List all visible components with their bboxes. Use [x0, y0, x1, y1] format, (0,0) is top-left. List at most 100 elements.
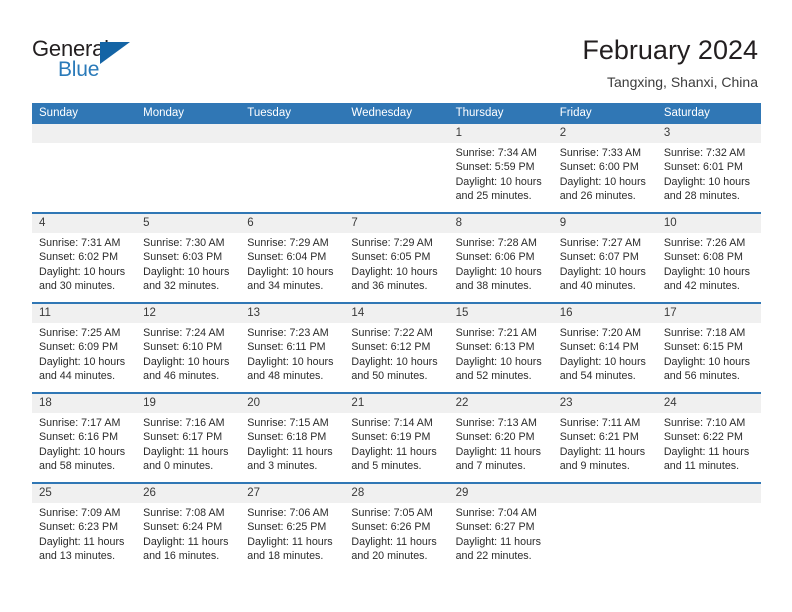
weekday-header-thursday: Thursday: [455, 107, 504, 119]
day-detail-line: Sunrise: 7:20 AM: [559, 327, 642, 339]
day-cell[interactable]: Sunrise: 7:32 AM Sunset: 6:01 PM Daylight:…: [657, 143, 761, 212]
day-cell[interactable]: Sunrise: 7:29 AM Sunset: 6:04 PM Daylight:…: [240, 233, 344, 302]
day-number[interactable]: 18: [32, 394, 136, 413]
calendar-grid: Sunday Monday Tuesday Wednesday Thursday Frid…: [32, 103, 761, 572]
day-cell[interactable]: Sunrise: 7:16 AM Sunset: 6:17 PM Daylight:…: [136, 413, 240, 482]
day-detail-line: Sunset: 5:59 PM: [455, 161, 535, 174]
day-cell[interactable]: Sunrise: 7:24 AM Sunset: 6:10 PM Daylight:…: [136, 323, 240, 392]
day-number[interactable]: 6: [240, 214, 344, 233]
day-number[interactable]: 13: [240, 304, 344, 323]
day-detail-line: Sunset: 6:18 PM: [247, 431, 327, 444]
day-number-empty: [136, 124, 240, 143]
day-cell[interactable]: Sunrise: 7:25 AM Sunset: 6:09 PM Daylight:…: [32, 323, 136, 392]
day-number[interactable]: 10: [657, 214, 761, 233]
day-detail-line: Sunset: 6:09 PM: [39, 341, 119, 354]
week-date-number-band: 25 26 27 28 29: [32, 484, 761, 503]
day-detail-line: and 56 minutes.: [663, 370, 740, 383]
day-detail-line: Daylight: 10 hours: [663, 355, 750, 368]
day-detail-line: Sunset: 6:16 PM: [39, 431, 119, 444]
day-detail-line: Daylight: 10 hours: [247, 355, 334, 368]
weekday-header-friday: Friday: [559, 107, 592, 119]
day-number[interactable]: 22: [449, 394, 553, 413]
day-cell[interactable]: Sunrise: 7:33 AM Sunset: 6:00 PM Daylight:…: [553, 143, 657, 212]
day-detail-line: Sunrise: 7:16 AM: [143, 417, 225, 429]
day-number[interactable]: 26: [136, 484, 240, 503]
day-cell[interactable]: Sunrise: 7:08 AM Sunset: 6:24 PM Daylight:…: [136, 503, 240, 572]
day-number[interactable]: 27: [240, 484, 344, 503]
day-number[interactable]: 16: [553, 304, 657, 323]
general-blue-logo[interactable]: General Blue: [32, 36, 232, 92]
day-cell[interactable]: Sunrise: 7:28 AM Sunset: 6:06 PM Daylight:…: [449, 233, 553, 302]
day-detail-line: Daylight: 11 hours: [559, 445, 646, 458]
day-cell[interactable]: Sunrise: 7:22 AM Sunset: 6:12 PM Daylight:…: [344, 323, 448, 392]
day-cell[interactable]: Sunrise: 7:14 AM Sunset: 6:19 PM Daylight:…: [344, 413, 448, 482]
day-detail-line: Daylight: 10 hours: [39, 265, 126, 278]
day-number[interactable]: 3: [657, 124, 761, 143]
day-cell[interactable]: Sunrise: 7:09 AM Sunset: 6:23 PM Daylight:…: [32, 503, 136, 572]
week-date-number-band: 11 12 13 14 15 16 17: [32, 304, 761, 323]
day-cell[interactable]: Sunrise: 7:11 AM Sunset: 6:21 PM Daylight:…: [553, 413, 657, 482]
day-cell[interactable]: Sunrise: 7:30 AM Sunset: 6:03 PM Daylight:…: [136, 233, 240, 302]
day-number[interactable]: 28: [344, 484, 448, 503]
day-cell[interactable]: Sunrise: 7:29 AM Sunset: 6:05 PM Daylight:…: [344, 233, 448, 302]
day-cell[interactable]: Sunrise: 7:27 AM Sunset: 6:07 PM Daylight:…: [553, 233, 657, 302]
day-detail-line: and 46 minutes.: [143, 370, 220, 383]
day-number[interactable]: 19: [136, 394, 240, 413]
day-number[interactable]: 15: [449, 304, 553, 323]
day-detail-line: and 32 minutes.: [143, 280, 220, 293]
day-number[interactable]: 9: [553, 214, 657, 233]
day-detail-line: Sunrise: 7:05 AM: [351, 507, 433, 519]
day-number[interactable]: 29: [449, 484, 553, 503]
day-cell[interactable]: Sunrise: 7:17 AM Sunset: 6:16 PM Daylight:…: [32, 413, 136, 482]
week-detail-band: Sunrise: 7:34 AM Sunset: 5:59 PM Daylight:…: [32, 143, 761, 212]
day-detail-line: Sunrise: 7:25 AM: [39, 327, 121, 339]
day-cell[interactable]: Sunrise: 7:26 AM Sunset: 6:08 PM Daylight:…: [657, 233, 761, 302]
day-number[interactable]: 11: [32, 304, 136, 323]
day-cell[interactable]: Sunrise: 7:34 AM Sunset: 5:59 PM Daylight:…: [449, 143, 553, 212]
calendar-week-row: 4 5 6 7 8 9 10 Sunrise: 7:31 AM Sunset: 6:02 PM D…: [32, 212, 761, 302]
day-number[interactable]: 2: [553, 124, 657, 143]
calendar-page: General Blue February 2024 Tangxing, Sha…: [0, 0, 792, 612]
week-detail-band: Sunrise: 7:17 AM Sunset: 6:16 PM Daylight:…: [32, 413, 761, 482]
day-number[interactable]: 17: [657, 304, 761, 323]
day-cell[interactable]: Sunrise: 7:05 AM Sunset: 6:26 PM Daylight:…: [344, 503, 448, 572]
day-detail-line: and 58 minutes.: [39, 460, 116, 473]
day-detail-line: Daylight: 11 hours: [455, 535, 541, 548]
day-detail-line: Sunrise: 7:31 AM: [39, 237, 121, 249]
day-detail-line: Sunset: 6:26 PM: [351, 521, 431, 534]
day-cell[interactable]: Sunrise: 7:13 AM Sunset: 6:20 PM Daylight:…: [449, 413, 553, 482]
day-detail-line: Daylight: 10 hours: [455, 175, 542, 188]
day-number[interactable]: 7: [344, 214, 448, 233]
day-cell[interactable]: Sunrise: 7:21 AM Sunset: 6:13 PM Daylight:…: [449, 323, 553, 392]
day-number[interactable]: 5: [136, 214, 240, 233]
day-number[interactable]: 23: [553, 394, 657, 413]
day-cell[interactable]: Sunrise: 7:10 AM Sunset: 6:22 PM Daylight:…: [657, 413, 761, 482]
day-detail-line: Daylight: 10 hours: [559, 175, 646, 188]
day-detail-line: and 42 minutes.: [663, 280, 740, 293]
day-detail-line: Daylight: 10 hours: [39, 355, 126, 368]
day-detail-line: Daylight: 10 hours: [143, 265, 230, 278]
calendar-week-row: 1 2 3 Sunrise: 7:34 AM Sunset: 5:59 PM Daylig…: [32, 124, 761, 212]
day-number[interactable]: 8: [449, 214, 553, 233]
day-cell[interactable]: Sunrise: 7:23 AM Sunset: 6:11 PM Daylight:…: [240, 323, 344, 392]
day-number[interactable]: 1: [449, 124, 553, 143]
day-cell[interactable]: Sunrise: 7:04 AM Sunset: 6:27 PM Daylight:…: [449, 503, 553, 572]
day-detail-line: and 30 minutes.: [39, 280, 116, 293]
day-detail-line: Daylight: 11 hours: [455, 445, 541, 458]
day-number[interactable]: 12: [136, 304, 240, 323]
day-cell[interactable]: Sunrise: 7:31 AM Sunset: 6:02 PM Daylight:…: [32, 233, 136, 302]
day-cell[interactable]: Sunrise: 7:20 AM Sunset: 6:14 PM Daylight:…: [553, 323, 657, 392]
weekday-header-row: Sunday Monday Tuesday Wednesday Thursday Frid…: [32, 103, 761, 124]
day-number[interactable]: 4: [32, 214, 136, 233]
day-cell[interactable]: Sunrise: 7:06 AM Sunset: 6:25 PM Daylight:…: [240, 503, 344, 572]
day-number[interactable]: 21: [344, 394, 448, 413]
day-number[interactable]: 25: [32, 484, 136, 503]
day-number[interactable]: 24: [657, 394, 761, 413]
day-detail-line: Daylight: 11 hours: [247, 535, 333, 548]
calendar-week-row: 18 19 20 21 22 23 24 Sunrise: 7:17 AM Sunset: 6:…: [32, 392, 761, 482]
day-cell[interactable]: Sunrise: 7:18 AM Sunset: 6:15 PM Daylight:…: [657, 323, 761, 392]
day-detail-line: Sunset: 6:03 PM: [143, 251, 223, 264]
day-cell[interactable]: Sunrise: 7:15 AM Sunset: 6:18 PM Daylight:…: [240, 413, 344, 482]
day-number[interactable]: 20: [240, 394, 344, 413]
day-number[interactable]: 14: [344, 304, 448, 323]
